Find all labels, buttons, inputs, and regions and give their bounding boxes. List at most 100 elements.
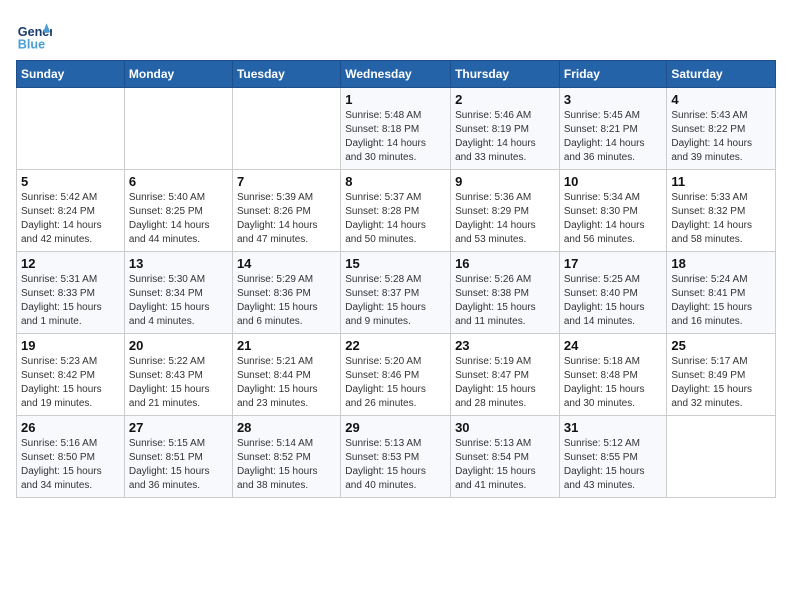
day-number: 26 (21, 420, 120, 435)
calendar-week-5: 26 Sunrise: 5:16 AM Sunset: 8:50 PM Dayli… (17, 416, 776, 498)
weekday-friday: Friday (559, 61, 667, 88)
calendar-cell: 15 Sunrise: 5:28 AM Sunset: 8:37 PM Dayli… (341, 252, 451, 334)
day-info: Sunrise: 5:33 AM Sunset: 8:32 PM Dayligh… (671, 191, 771, 247)
calendar-cell (124, 88, 232, 170)
weekday-monday: Monday (124, 61, 232, 88)
calendar-cell: 20 Sunrise: 5:22 AM Sunset: 8:43 PM Dayli… (124, 334, 232, 416)
svg-text:Blue: Blue (18, 37, 45, 51)
day-info: Sunrise: 5:31 AM Sunset: 8:33 PM Dayligh… (21, 273, 120, 329)
calendar-cell: 27Sunrise: 5:15 AM Sunset: 8:51 PM Dayli… (124, 416, 232, 498)
day-number: 11 (671, 174, 771, 189)
calendar-cell: 13 Sunrise: 5:30 AM Sunset: 8:34 PM Dayli… (124, 252, 232, 334)
day-info: Sunrise: 5:45 AM Sunset: 8:21 PM Dayligh… (564, 109, 663, 165)
day-info: Sunrise: 5:13 AM Sunset: 8:54 PM Dayligh… (455, 437, 555, 493)
day-info: Sunrise: 5:39 AM Sunset: 8:26 PM Dayligh… (237, 191, 336, 247)
calendar-cell (667, 416, 776, 498)
day-number: 22 (345, 338, 446, 353)
day-number: 3 (564, 92, 663, 107)
day-number: 20 (129, 338, 228, 353)
day-info: Sunrise: 5:16 AM Sunset: 8:50 PM Dayligh… (21, 437, 120, 493)
day-info: Sunrise: 5:22 AM Sunset: 8:43 PM Dayligh… (129, 355, 228, 411)
calendar-cell: 24Sunrise: 5:18 AM Sunset: 8:48 PM Dayli… (559, 334, 667, 416)
calendar-cell: 9 Sunrise: 5:36 AM Sunset: 8:29 PM Daylig… (451, 170, 560, 252)
logo-icon: General Blue (16, 16, 52, 52)
day-number: 30 (455, 420, 555, 435)
calendar-cell: 12Sunrise: 5:31 AM Sunset: 8:33 PM Dayli… (17, 252, 125, 334)
calendar-cell: 17 Sunrise: 5:25 AM Sunset: 8:40 PM Dayli… (559, 252, 667, 334)
day-info: Sunrise: 5:25 AM Sunset: 8:40 PM Dayligh… (564, 273, 663, 329)
day-number: 24 (564, 338, 663, 353)
calendar-cell: 23 Sunrise: 5:19 AM Sunset: 8:47 PM Dayli… (451, 334, 560, 416)
weekday-saturday: Saturday (667, 61, 776, 88)
day-number: 1 (345, 92, 446, 107)
day-info: Sunrise: 5:19 AM Sunset: 8:47 PM Dayligh… (455, 355, 555, 411)
calendar-cell: 26 Sunrise: 5:16 AM Sunset: 8:50 PM Dayli… (17, 416, 125, 498)
calendar-cell: 2 Sunrise: 5:46 AM Sunset: 8:19 PM Daylig… (451, 88, 560, 170)
day-number: 6 (129, 174, 228, 189)
day-number: 19 (21, 338, 120, 353)
calendar-week-2: 5Sunrise: 5:42 AM Sunset: 8:24 PM Daylig… (17, 170, 776, 252)
day-info: Sunrise: 5:43 AM Sunset: 8:22 PM Dayligh… (671, 109, 771, 165)
day-info: Sunrise: 5:21 AM Sunset: 8:44 PM Dayligh… (237, 355, 336, 411)
day-number: 15 (345, 256, 446, 271)
weekday-tuesday: Tuesday (232, 61, 340, 88)
calendar-cell: 18 Sunrise: 5:24 AM Sunset: 8:41 PM Dayli… (667, 252, 776, 334)
calendar-cell: 16 Sunrise: 5:26 AM Sunset: 8:38 PM Dayli… (451, 252, 560, 334)
day-number: 14 (237, 256, 336, 271)
calendar-table: SundayMondayTuesdayWednesdayThursdayFrid… (16, 60, 776, 498)
weekday-sunday: Sunday (17, 61, 125, 88)
calendar-cell: 1 Sunrise: 5:48 AM Sunset: 8:18 PM Daylig… (341, 88, 451, 170)
calendar-cell (232, 88, 340, 170)
calendar-week-4: 19 Sunrise: 5:23 AM Sunset: 8:42 PM Dayli… (17, 334, 776, 416)
day-number: 7 (237, 174, 336, 189)
day-info: Sunrise: 5:48 AM Sunset: 8:18 PM Dayligh… (345, 109, 446, 165)
calendar-cell: 3 Sunrise: 5:45 AM Sunset: 8:21 PM Daylig… (559, 88, 667, 170)
weekday-thursday: Thursday (451, 61, 560, 88)
day-number: 29 (345, 420, 446, 435)
weekday-header-row: SundayMondayTuesdayWednesdayThursdayFrid… (17, 61, 776, 88)
day-number: 16 (455, 256, 555, 271)
day-info: Sunrise: 5:36 AM Sunset: 8:29 PM Dayligh… (455, 191, 555, 247)
calendar-cell: 28Sunrise: 5:14 AM Sunset: 8:52 PM Dayli… (232, 416, 340, 498)
day-info: Sunrise: 5:40 AM Sunset: 8:25 PM Dayligh… (129, 191, 228, 247)
day-info: Sunrise: 5:17 AM Sunset: 8:49 PM Dayligh… (671, 355, 771, 411)
day-info: Sunrise: 5:34 AM Sunset: 8:30 PM Dayligh… (564, 191, 663, 247)
logo: General Blue (16, 16, 60, 52)
calendar-cell: 29 Sunrise: 5:13 AM Sunset: 8:53 PM Dayli… (341, 416, 451, 498)
day-number: 10 (564, 174, 663, 189)
day-number: 9 (455, 174, 555, 189)
day-number: 18 (671, 256, 771, 271)
calendar-week-3: 12Sunrise: 5:31 AM Sunset: 8:33 PM Dayli… (17, 252, 776, 334)
day-number: 13 (129, 256, 228, 271)
day-info: Sunrise: 5:13 AM Sunset: 8:53 PM Dayligh… (345, 437, 446, 493)
day-number: 17 (564, 256, 663, 271)
calendar-cell: 5Sunrise: 5:42 AM Sunset: 8:24 PM Daylig… (17, 170, 125, 252)
day-info: Sunrise: 5:28 AM Sunset: 8:37 PM Dayligh… (345, 273, 446, 329)
weekday-wednesday: Wednesday (341, 61, 451, 88)
calendar-cell: 7 Sunrise: 5:39 AM Sunset: 8:26 PM Daylig… (232, 170, 340, 252)
calendar-cell: 19 Sunrise: 5:23 AM Sunset: 8:42 PM Dayli… (17, 334, 125, 416)
calendar-cell: 8 Sunrise: 5:37 AM Sunset: 8:28 PM Daylig… (341, 170, 451, 252)
day-info: Sunrise: 5:37 AM Sunset: 8:28 PM Dayligh… (345, 191, 446, 247)
day-number: 21 (237, 338, 336, 353)
calendar-week-1: 1 Sunrise: 5:48 AM Sunset: 8:18 PM Daylig… (17, 88, 776, 170)
day-number: 8 (345, 174, 446, 189)
day-number: 2 (455, 92, 555, 107)
day-info: Sunrise: 5:24 AM Sunset: 8:41 PM Dayligh… (671, 273, 771, 329)
day-info: Sunrise: 5:30 AM Sunset: 8:34 PM Dayligh… (129, 273, 228, 329)
calendar-cell: 10 Sunrise: 5:34 AM Sunset: 8:30 PM Dayli… (559, 170, 667, 252)
day-info: Sunrise: 5:26 AM Sunset: 8:38 PM Dayligh… (455, 273, 555, 329)
day-number: 23 (455, 338, 555, 353)
day-info: Sunrise: 5:29 AM Sunset: 8:36 PM Dayligh… (237, 273, 336, 329)
day-info: Sunrise: 5:23 AM Sunset: 8:42 PM Dayligh… (21, 355, 120, 411)
calendar-cell: 4Sunrise: 5:43 AM Sunset: 8:22 PM Daylig… (667, 88, 776, 170)
calendar-cell: 6 Sunrise: 5:40 AM Sunset: 8:25 PM Daylig… (124, 170, 232, 252)
page-header: General Blue (16, 16, 776, 52)
day-number: 25 (671, 338, 771, 353)
calendar-body: 1 Sunrise: 5:48 AM Sunset: 8:18 PM Daylig… (17, 88, 776, 498)
day-info: Sunrise: 5:12 AM Sunset: 8:55 PM Dayligh… (564, 437, 663, 493)
calendar-cell: 25 Sunrise: 5:17 AM Sunset: 8:49 PM Dayli… (667, 334, 776, 416)
day-number: 31 (564, 420, 663, 435)
day-info: Sunrise: 5:46 AM Sunset: 8:19 PM Dayligh… (455, 109, 555, 165)
day-number: 27 (129, 420, 228, 435)
